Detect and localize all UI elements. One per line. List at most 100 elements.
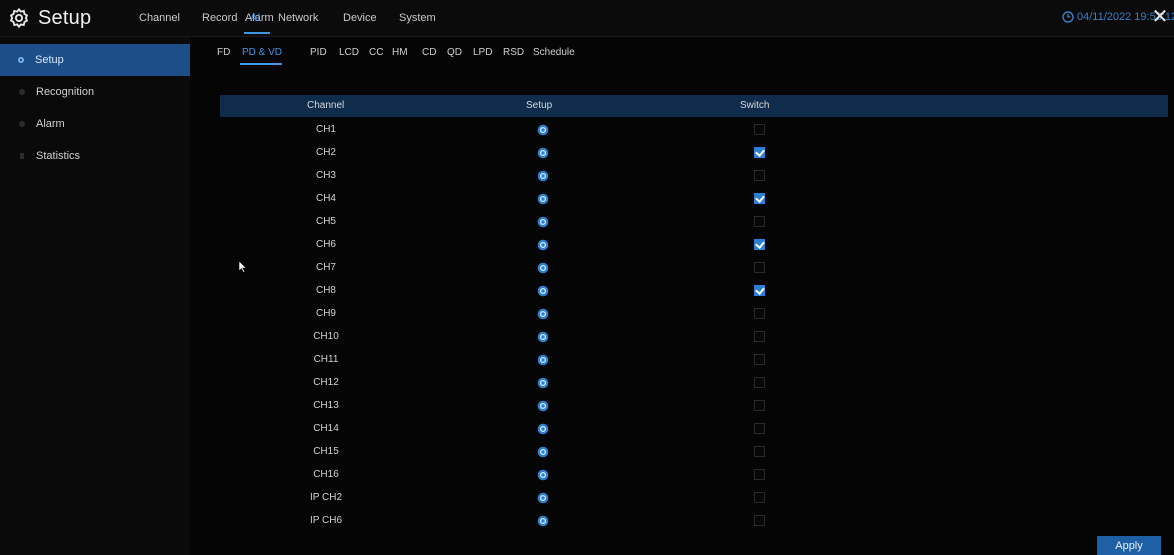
- nav-channel[interactable]: Channel: [139, 12, 180, 24]
- switch-checkbox[interactable]: [754, 331, 765, 342]
- setup-gear-icon[interactable]: [537, 400, 549, 412]
- setup-gear-icon[interactable]: [537, 193, 549, 205]
- alarm-icon: [19, 121, 25, 127]
- switch-checkbox[interactable]: [754, 124, 765, 135]
- sidebar-item-label: Recognition: [36, 86, 95, 98]
- switch-checkbox[interactable]: [754, 354, 765, 365]
- table-row: CH6: [220, 234, 1168, 257]
- channel-cell: CH1: [315, 124, 336, 135]
- channel-cell: CH6: [315, 239, 336, 250]
- switch-checkbox[interactable]: [754, 147, 765, 158]
- switch-checkbox[interactable]: [754, 492, 765, 503]
- close-icon: ✕: [1151, 6, 1169, 28]
- tab-schedule[interactable]: Schedule: [533, 47, 575, 58]
- channel-cell: CH2: [315, 147, 336, 158]
- setup-gear-icon[interactable]: [537, 515, 549, 527]
- switch-checkbox[interactable]: [754, 446, 765, 457]
- table-row: CH16: [220, 464, 1168, 487]
- table-row: CH13: [220, 395, 1168, 418]
- setup-gear-icon[interactable]: [537, 124, 549, 136]
- switch-checkbox[interactable]: [754, 262, 765, 273]
- table-row: CH9: [220, 303, 1168, 326]
- setup-gear-icon[interactable]: [537, 308, 549, 320]
- switch-checkbox[interactable]: [754, 216, 765, 227]
- clock-icon: [1062, 11, 1074, 23]
- switch-checkbox[interactable]: [754, 285, 765, 296]
- setup-gear-icon[interactable]: [537, 423, 549, 435]
- table-row: CH14: [220, 418, 1168, 441]
- setup-gear-icon[interactable]: [537, 285, 549, 297]
- tab-hm[interactable]: HM: [392, 47, 408, 58]
- setup-gear-icon[interactable]: [537, 377, 549, 389]
- tab-rsd[interactable]: RSD: [503, 47, 524, 58]
- tab-lpd[interactable]: LPD: [473, 47, 492, 58]
- setup-gear-icon[interactable]: [537, 331, 549, 343]
- setup-gear-icon[interactable]: [537, 170, 549, 182]
- nav-record[interactable]: Record: [202, 12, 237, 24]
- channel-cell: CH3: [315, 170, 336, 181]
- tab-fd[interactable]: FD: [217, 47, 230, 58]
- table-header: Channel Setup Switch: [220, 95, 1168, 117]
- setup-gear-icon[interactable]: [537, 492, 549, 504]
- sidebar-item-setup[interactable]: Setup: [0, 44, 190, 76]
- setup-gear-icon[interactable]: [537, 262, 549, 274]
- switch-checkbox[interactable]: [754, 515, 765, 526]
- app-title-group: Setup: [8, 4, 91, 32]
- column-header-setup: Setup: [526, 100, 553, 111]
- sub-tabs: FD PD & VD PID LCD CC HM CD QD LPD RSD S…: [192, 37, 1174, 67]
- setup-gear-icon[interactable]: [537, 469, 549, 481]
- apply-button[interactable]: Apply: [1097, 536, 1161, 555]
- page-title: Setup: [38, 6, 92, 29]
- setup-gear-icon[interactable]: [537, 354, 549, 366]
- channel-cell: CH16: [313, 469, 339, 480]
- table-row: CH15: [220, 441, 1168, 464]
- setup-gear-icon[interactable]: [537, 239, 549, 251]
- tab-pd-vd[interactable]: PD & VD: [242, 47, 282, 58]
- mouse-cursor-icon: [238, 261, 248, 273]
- switch-checkbox[interactable]: [754, 308, 765, 319]
- table-row: CH5: [220, 211, 1168, 234]
- channel-cell: CH9: [315, 308, 336, 319]
- sidebar-item-recognition[interactable]: Recognition: [0, 76, 190, 108]
- switch-checkbox[interactable]: [754, 193, 765, 204]
- channel-cell: CH5: [315, 216, 336, 227]
- switch-checkbox[interactable]: [754, 423, 765, 434]
- switch-checkbox[interactable]: [754, 377, 765, 388]
- tab-qd[interactable]: QD: [447, 47, 462, 58]
- setup-gear-icon[interactable]: [537, 216, 549, 228]
- table-row: CH10: [220, 326, 1168, 349]
- channel-cell: CH14: [313, 423, 339, 434]
- nav-ai[interactable]: AI: [250, 12, 260, 24]
- nav-device[interactable]: Device: [343, 12, 377, 24]
- tab-lcd[interactable]: LCD: [339, 47, 359, 58]
- channel-cell: CH13: [313, 400, 339, 411]
- setup-gear-icon[interactable]: [537, 446, 549, 458]
- tab-cd[interactable]: CD: [422, 47, 436, 58]
- switch-checkbox[interactable]: [754, 469, 765, 480]
- channel-cell: CH8: [315, 285, 336, 296]
- channel-cell: CH10: [313, 331, 339, 342]
- sidebar-item-statistics[interactable]: Statistics: [0, 140, 190, 172]
- close-button[interactable]: ✕: [1150, 6, 1170, 28]
- nav-system[interactable]: System: [399, 12, 436, 24]
- tab-pid[interactable]: PID: [310, 47, 327, 58]
- channel-cell: CH11: [313, 354, 339, 365]
- sidebar-item-alarm[interactable]: Alarm: [0, 108, 190, 140]
- table-row: CH1: [220, 119, 1168, 142]
- switch-checkbox[interactable]: [754, 400, 765, 411]
- channel-cell: IP CH6: [309, 515, 343, 526]
- sidebar-item-label: Alarm: [36, 118, 65, 130]
- nav-network[interactable]: Network: [278, 12, 318, 24]
- column-header-channel: Channel: [307, 100, 345, 111]
- channel-cell: CH12: [313, 377, 339, 388]
- switch-checkbox[interactable]: [754, 239, 765, 250]
- tab-cc[interactable]: CC: [369, 47, 383, 58]
- active-tab-indicator: [240, 63, 282, 65]
- active-nav-indicator: [244, 32, 270, 34]
- setup-gear-icon[interactable]: [537, 147, 549, 159]
- table-row: CH7: [220, 257, 1168, 280]
- sidebar-item-label: Statistics: [36, 150, 81, 162]
- channel-cell: CH4: [315, 193, 336, 204]
- switch-checkbox[interactable]: [754, 170, 765, 181]
- channel-cell: IP CH2: [309, 492, 343, 503]
